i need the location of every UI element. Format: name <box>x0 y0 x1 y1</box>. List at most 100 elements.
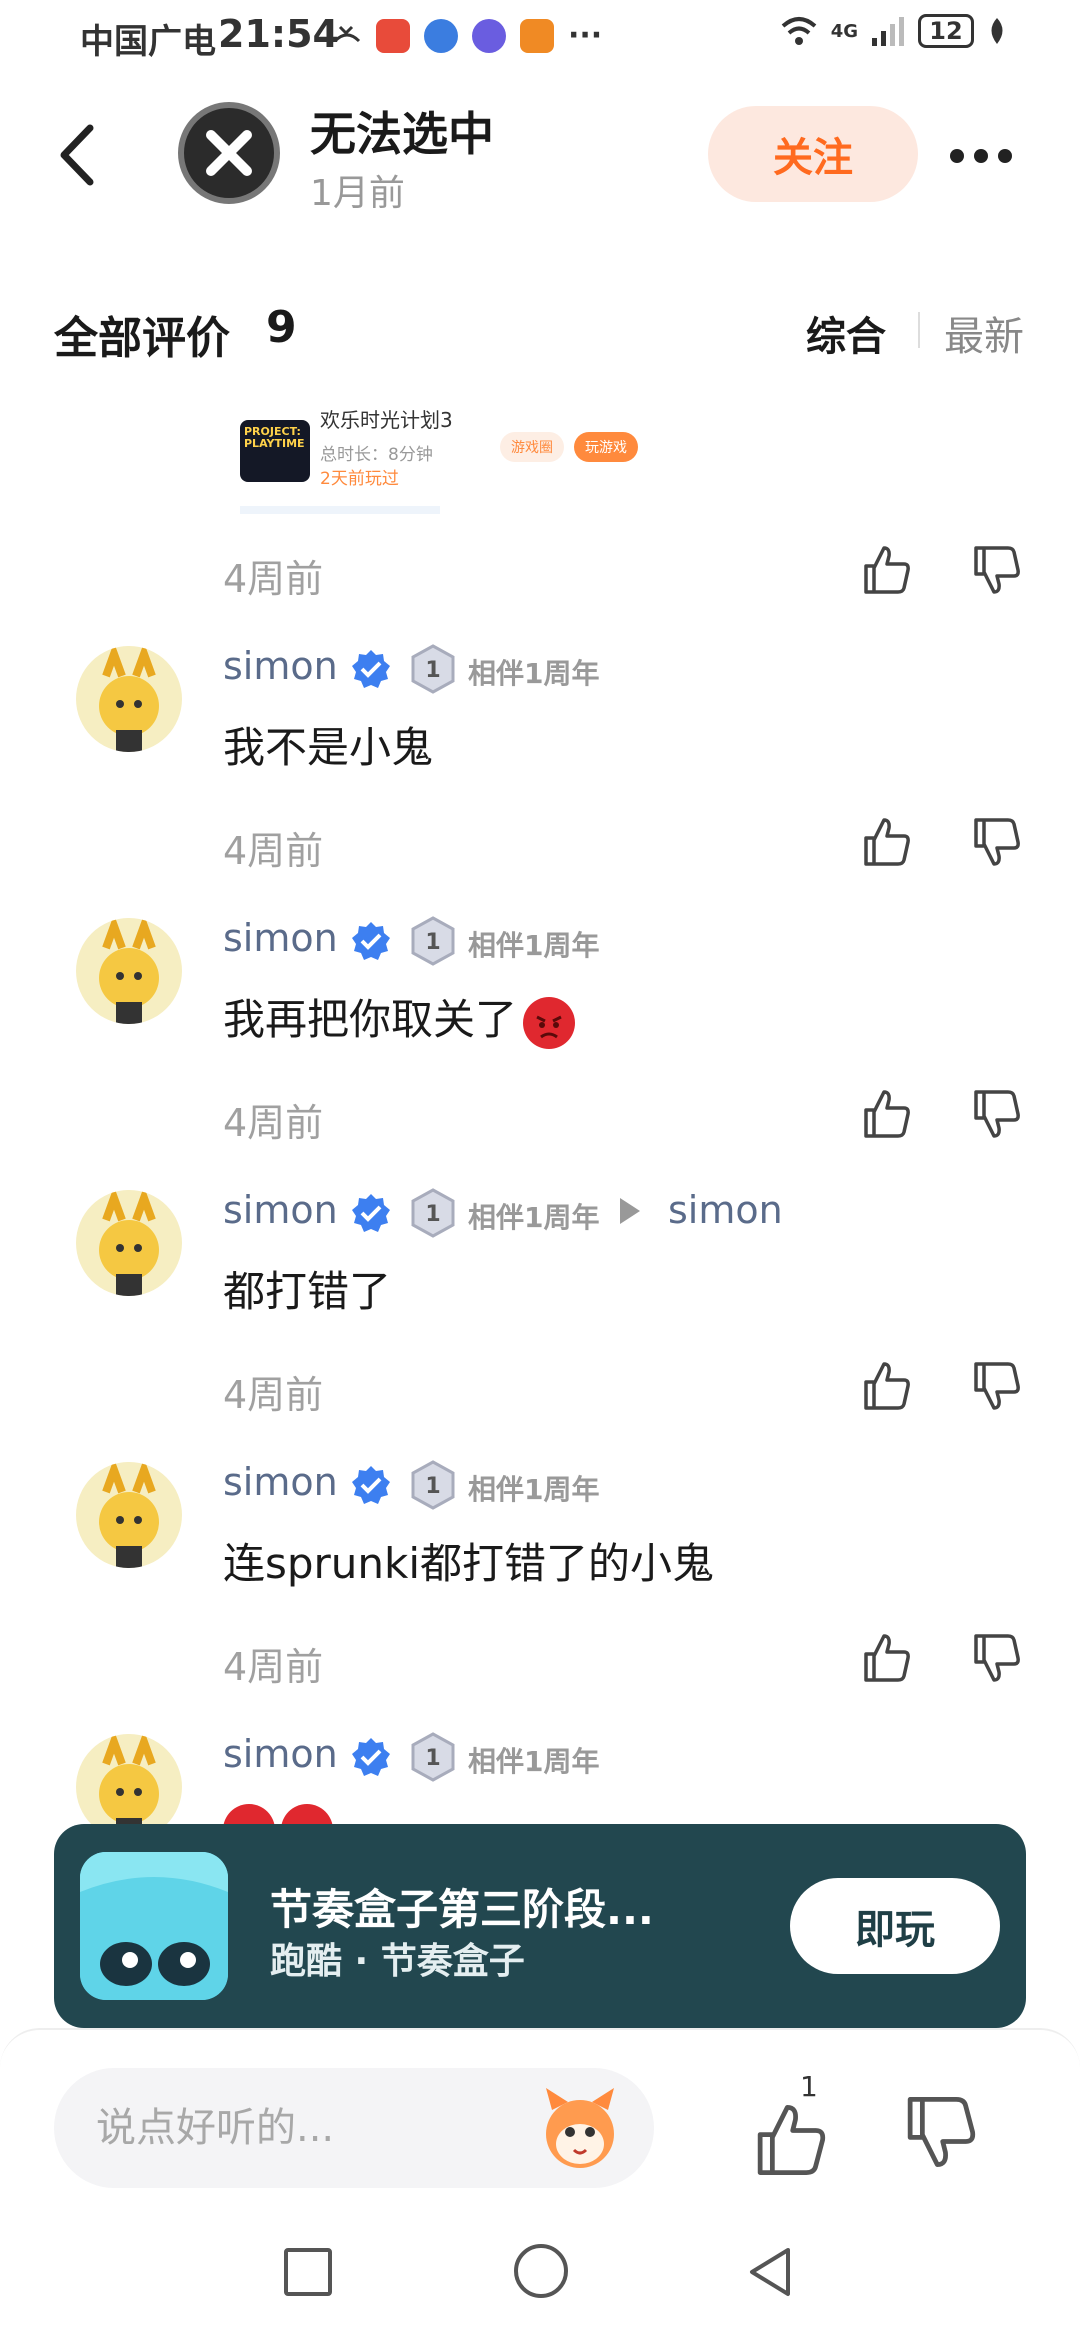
wifi-icon <box>781 17 817 45</box>
recent-apps-icon[interactable] <box>284 2248 332 2296</box>
follow-button[interactable]: 关注 <box>708 106 918 202</box>
avatar[interactable] <box>76 646 182 752</box>
carrier-name: 中国广电 <box>80 22 216 62</box>
embed-game-title: 欢乐时光计划3 <box>320 410 453 432</box>
poster-avatar[interactable] <box>178 102 280 204</box>
avatar-character-icon <box>99 1462 159 1568</box>
badge-label: 相伴1周年 <box>468 929 600 962</box>
anniversary-badge-icon: 1 <box>411 644 455 694</box>
game-subtitle: 跑酷 · 节奏盒子 <box>270 1941 525 1982</box>
thumbs-down-icon[interactable] <box>968 814 1024 870</box>
close-icon <box>206 130 252 176</box>
network-type: 4G <box>830 20 858 42</box>
game-icon <box>80 1852 228 2000</box>
more-options-icon[interactable] <box>950 136 1020 176</box>
back-icon[interactable] <box>50 120 110 190</box>
svg-text:1: 1 <box>425 658 440 683</box>
embed-tag-circle: 游戏圈 <box>500 432 564 462</box>
avatar-character-icon <box>99 918 159 1024</box>
username[interactable]: simon <box>223 1460 338 1504</box>
comment-meta: 4周前 <box>0 1626 1080 1696</box>
thumbs-down-icon[interactable] <box>968 542 1024 598</box>
thumbs-down-icon[interactable] <box>968 1630 1024 1686</box>
username[interactable]: simon <box>223 1188 338 1232</box>
svg-text:1: 1 <box>425 1746 440 1771</box>
thumbs-down-icon[interactable] <box>968 1086 1024 1142</box>
anniversary-badge-icon: 1 <box>411 1732 455 1782</box>
verified-icon <box>352 650 390 688</box>
status-bar: 中国广电 21:54 ··· 4G 12 <box>0 0 1080 80</box>
comment-meta: 4周前 <box>0 1354 1080 1424</box>
reviews-header: 全部评价 9 综合 最新 <box>0 290 1080 370</box>
comment-image[interactable]: PROJECT: PLAYTIME 欢乐时光计划3 总时长：8分钟 2天前玩过 … <box>230 410 920 514</box>
verified-icon <box>352 1738 390 1776</box>
reviews-count: 9 <box>266 302 297 353</box>
embed-last-played: 2天前玩过 <box>320 469 399 489</box>
thumbs-up-icon[interactable] <box>858 1358 914 1414</box>
comment-text: 连sprunki都打错了的小鬼 <box>223 1539 715 1588</box>
thumbs-down-icon[interactable] <box>968 1358 1024 1414</box>
avatar[interactable] <box>76 1462 182 1568</box>
avatar-character-icon <box>99 1190 159 1296</box>
notification-icons: ··· <box>332 18 602 53</box>
thumbs-up-icon[interactable] <box>858 1086 914 1142</box>
svg-text:1: 1 <box>425 930 440 955</box>
more-notifications-icon: ··· <box>568 18 603 53</box>
verified-icon <box>352 1466 390 1504</box>
comment-time: 4周前 <box>223 557 324 601</box>
embed-next-item <box>240 506 440 514</box>
post-time: 1月前 <box>310 173 405 214</box>
huawei-store-icon <box>376 18 410 53</box>
embed-tag-play: 玩游戏 <box>574 432 638 462</box>
reply-arrow-icon <box>620 1198 640 1224</box>
game-title: 节奏盒子第三阶段... <box>270 1885 654 1934</box>
anniversary-badge-icon: 1 <box>411 1460 455 1510</box>
comment-text: 我不是小鬼 <box>223 723 434 772</box>
svg-text:1: 1 <box>425 1474 440 1499</box>
comment-time: 4周前 <box>223 829 324 873</box>
mascot-emoji-icon[interactable] <box>532 2080 628 2176</box>
embed-duration: 总时长：8分钟 <box>320 445 433 465</box>
system-nav-bar <box>0 2228 1080 2340</box>
missed-call-icon <box>333 25 361 42</box>
thumbs-up-icon[interactable] <box>858 814 914 870</box>
username[interactable]: simon <box>223 644 338 688</box>
sort-latest-tab[interactable]: 最新 <box>944 304 1024 362</box>
post-header: 无法选中 1月前 关注 <box>0 80 1080 230</box>
home-icon[interactable] <box>514 2244 568 2298</box>
username[interactable]: simon <box>223 916 338 960</box>
battery-icon: 12 <box>918 14 974 48</box>
leaf-icon <box>991 18 1003 44</box>
game-banner[interactable]: 节奏盒子第三阶段... 跑酷 · 节奏盒子 即玩 <box>54 1824 1026 2028</box>
comment-time: 4周前 <box>223 1373 324 1417</box>
comment-meta: 4周前 <box>0 538 1080 608</box>
thumbs-up-icon[interactable] <box>858 1630 914 1686</box>
clock: 21:54 <box>218 12 339 56</box>
sort-composite-tab[interactable]: 综合 <box>806 304 886 362</box>
angry-face-icon <box>523 996 576 1049</box>
svg-text:1: 1 <box>425 1202 440 1227</box>
poster-name[interactable]: 无法选中 <box>310 98 494 164</box>
game-thumbnail: PROJECT: PLAYTIME <box>240 420 310 482</box>
avatar[interactable] <box>76 1190 182 1296</box>
badge-label: 相伴1周年 <box>468 657 600 690</box>
nav-back-icon[interactable] <box>744 2244 798 2300</box>
thumbs-up-icon[interactable] <box>858 542 914 598</box>
verified-icon <box>352 1194 390 1232</box>
video-icon <box>520 18 554 53</box>
avatar[interactable] <box>76 918 182 1024</box>
username[interactable]: simon <box>223 1732 338 1776</box>
reviews-title: 全部评价 <box>54 313 230 364</box>
comment-meta: 4周前 <box>0 1082 1080 1152</box>
game-character-icon <box>80 1852 228 2000</box>
badge-label: 相伴1周年 <box>468 1745 600 1778</box>
avatar-character-icon <box>99 646 159 752</box>
comment-text-row: 我再把你取关了 <box>223 986 576 1049</box>
system-icons: 4G 12 <box>779 14 1008 48</box>
thumbs-down-icon[interactable] <box>902 2094 978 2170</box>
thumbs-up-icon[interactable] <box>752 2102 828 2178</box>
play-button[interactable]: 即玩 <box>790 1878 1000 1974</box>
anniversary-badge-icon: 1 <box>411 916 455 966</box>
reply-target-username[interactable]: simon <box>668 1188 783 1232</box>
verified-icon <box>352 922 390 960</box>
